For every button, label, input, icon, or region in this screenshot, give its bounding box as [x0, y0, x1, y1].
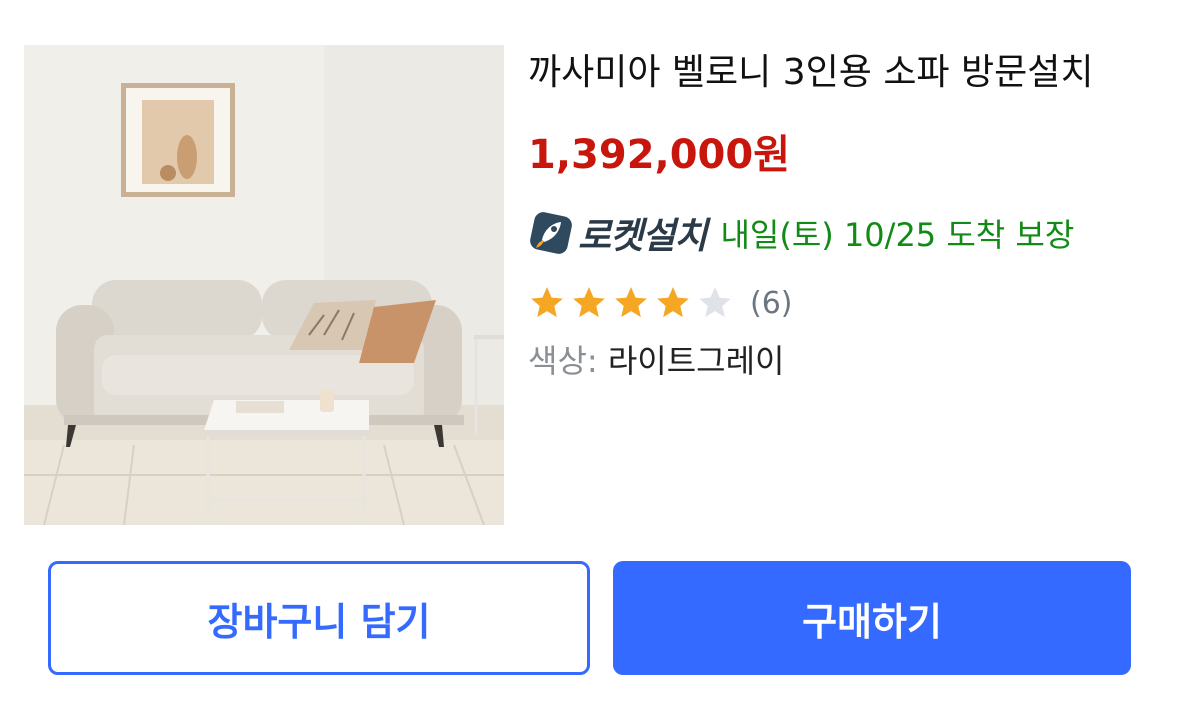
- delivery-info: 로켓설치 내일(토) 10/25 도착 보장: [528, 209, 1074, 257]
- add-to-cart-button[interactable]: 장바구니 담기: [48, 561, 590, 675]
- star-filled-icon: [615, 287, 647, 318]
- option-label: 색상:: [528, 342, 598, 380]
- product-title[interactable]: 까사미아 벨로니 3인용 소파 방문설치: [528, 49, 1093, 97]
- rating[interactable]: (6): [528, 281, 793, 325]
- delivery-guarantee-text: 내일(토) 10/25 도착 보장: [720, 216, 1075, 254]
- rocket-install-badge: 로켓설치: [578, 216, 707, 257]
- review-count[interactable]: (6): [750, 286, 793, 321]
- product-image[interactable]: [24, 45, 504, 525]
- rocket-icon: [530, 212, 572, 254]
- star-filled-icon: [657, 287, 689, 318]
- star-filled-icon: [531, 287, 563, 318]
- star-filled-icon: [573, 287, 605, 318]
- option-value: 라이트그레이: [607, 342, 785, 380]
- selected-option: 색상: 라이트그레이: [528, 339, 784, 383]
- sofa-photo: [24, 45, 504, 525]
- product-price: 1,392,000원: [528, 132, 791, 178]
- buy-now-button[interactable]: 구매하기: [613, 561, 1131, 675]
- star-empty-icon: [699, 287, 731, 318]
